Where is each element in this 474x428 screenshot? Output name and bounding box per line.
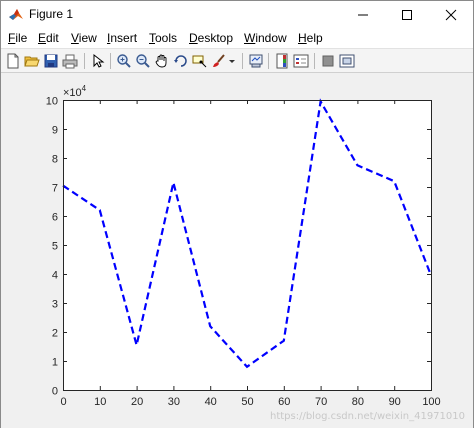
x-tick-label: 60 [278, 396, 290, 408]
minimize-icon [358, 14, 368, 16]
rotate-3d-icon [174, 55, 187, 67]
menu-file[interactable]: File [8, 31, 27, 45]
figure-canvas[interactable]: 0 10 20 30 40 50 60 70 80 90 100 0 1 2 3 4 5 6 7 8 9 10 ×104 … [1, 73, 473, 428]
x-tick-label: 30 [168, 396, 180, 408]
rotate-3d-button[interactable] [172, 52, 190, 70]
zoom-in-icon [117, 54, 131, 68]
toolbar-separator [268, 53, 269, 69]
toolbar-separator [242, 53, 243, 69]
colorbar-button[interactable] [273, 52, 291, 70]
menu-desktop[interactable]: Desktop [189, 31, 233, 45]
zoom-in-button[interactable] [115, 52, 133, 70]
zoom-out-button[interactable] [134, 52, 152, 70]
close-button[interactable] [429, 1, 473, 29]
edit-plot-arrow-icon [93, 53, 105, 68]
save-icon [44, 54, 58, 68]
new-figure-icon [7, 53, 19, 69]
menu-edit[interactable]: Edit [38, 31, 59, 45]
show-plot-tools-button[interactable] [338, 52, 356, 70]
x-tick-label: 90 [389, 396, 401, 408]
y-tick-label: 7 [52, 183, 58, 195]
y-tick-label: 10 [46, 96, 58, 108]
menu-insert[interactable]: Insert [107, 31, 137, 45]
legend-button[interactable] [292, 52, 310, 70]
data-cursor-icon [192, 55, 207, 68]
y-tick-label: 0 [52, 386, 58, 398]
x-tick-label: 70 [315, 396, 327, 408]
toolbar-separator [84, 53, 85, 69]
dropdown-arrow-icon [229, 60, 235, 63]
brush-button[interactable] [210, 52, 228, 70]
y-tick-label: 3 [52, 299, 58, 311]
maximize-icon [402, 10, 412, 20]
edit-plot-button[interactable] [89, 52, 107, 70]
toolbar-separator [314, 53, 315, 69]
show-plot-tools-icon [339, 54, 355, 68]
x-tick-label: 0 [60, 396, 66, 408]
menu-view[interactable]: View [71, 31, 97, 45]
matlab-logo-icon [8, 7, 24, 23]
minimize-button[interactable] [341, 1, 385, 29]
link-plot-button[interactable] [247, 52, 265, 70]
menu-bar: File Edit View Insert Tools Desktop Wind… [1, 29, 473, 48]
plot-svg: 0 10 20 30 40 50 60 70 80 90 100 0 1 2 3 4 5 6 7 8 9 10 ×104 [46, 84, 441, 408]
y-tick-label: 1 [52, 357, 58, 369]
y-exponent-label: ×104 [63, 84, 87, 99]
y-tick-label: 6 [52, 212, 58, 224]
open-file-icon [24, 56, 40, 67]
y-tick-label: 9 [52, 125, 58, 137]
brush-dropdown-button[interactable] [227, 52, 237, 70]
hide-plot-tools-icon [322, 55, 334, 67]
new-figure-button[interactable] [4, 52, 22, 70]
x-tick-label: 80 [352, 396, 364, 408]
title-bar[interactable]: Figure 1 [1, 1, 473, 29]
x-tick-label: 20 [131, 396, 143, 408]
window-title: Figure 1 [29, 7, 74, 21]
x-tick-label: 100 [422, 396, 440, 408]
colorbar-icon [276, 53, 288, 69]
figure-window: Figure 1 File Edit View Insert Tools Des… [0, 0, 474, 428]
pan-button[interactable] [153, 52, 171, 70]
toolbar-separator [110, 53, 111, 69]
pan-hand-icon [155, 54, 167, 68]
menu-tools[interactable]: Tools [149, 31, 177, 45]
open-file-button[interactable] [23, 52, 41, 70]
legend-icon [293, 54, 309, 68]
brush-icon [213, 54, 225, 67]
print-button[interactable] [61, 52, 79, 70]
zoom-out-icon [136, 54, 150, 68]
y-tick-label: 8 [52, 154, 58, 166]
figure-toolbar [1, 48, 473, 73]
x-tick-label: 40 [205, 396, 217, 408]
hide-plot-tools-button[interactable] [319, 52, 337, 70]
watermark-text: https://blog.csdn.net/weixin_41971010 [269, 411, 465, 422]
data-cursor-button[interactable] [191, 52, 209, 70]
y-tick-label: 4 [52, 270, 58, 282]
axes-background[interactable] [63, 100, 431, 390]
y-tick-label: 5 [52, 241, 58, 253]
menu-help[interactable]: Help [298, 31, 323, 45]
save-button[interactable] [42, 52, 60, 70]
x-tick-label: 10 [94, 396, 106, 408]
print-icon [62, 54, 78, 69]
link-plot-icon [249, 54, 263, 68]
menu-window[interactable]: Window [244, 31, 287, 45]
x-tick-label: 50 [241, 396, 253, 408]
maximize-button[interactable] [385, 1, 429, 29]
y-tick-label: 2 [52, 328, 58, 340]
close-icon [445, 9, 457, 21]
